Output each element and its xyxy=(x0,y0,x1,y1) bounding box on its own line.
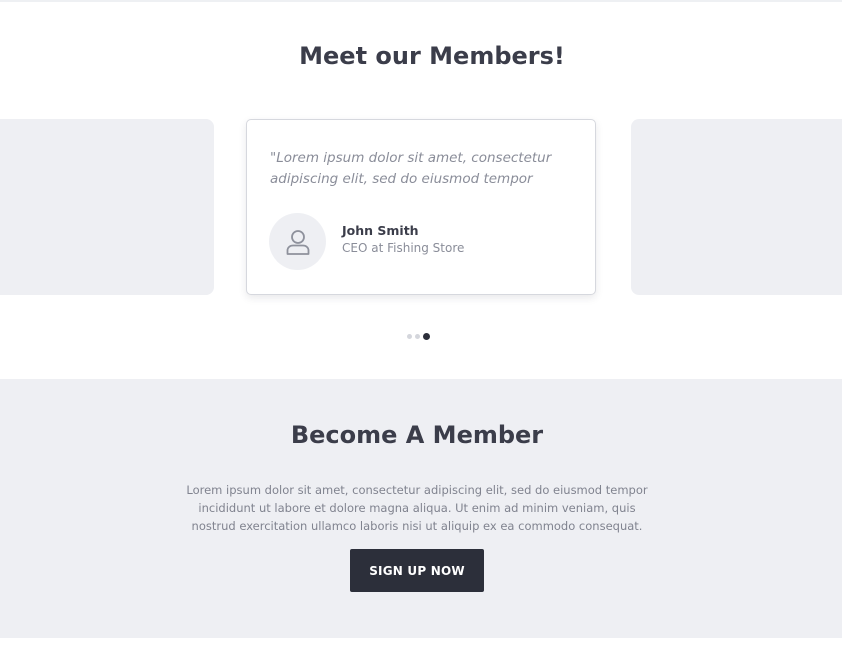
carousel-card-previous[interactable] xyxy=(0,119,214,295)
become-member-section: Become A Member Lorem ipsum dolor sit am… xyxy=(0,379,842,638)
member-name: John Smith xyxy=(342,223,419,238)
carousel-dots xyxy=(407,333,430,340)
testimonial-card: "Lorem ipsum dolor sit amet, consectetur… xyxy=(246,119,596,295)
become-member-description: Lorem ipsum dolor sit amet, consectetur … xyxy=(186,483,648,533)
testimonial-quote: "Lorem ipsum dolor sit amet, consectetur… xyxy=(270,150,552,187)
become-member-title: Become A Member xyxy=(290,421,544,449)
carousel-card-next[interactable] xyxy=(631,119,842,295)
carousel-dot-3[interactable] xyxy=(423,333,430,340)
carousel-dot-1[interactable] xyxy=(407,334,412,339)
member-role: CEO at Fishing Store xyxy=(342,241,465,255)
members-title: Meet our Members! xyxy=(299,42,565,70)
sign-up-button[interactable]: SIGN UP NOW xyxy=(350,549,484,592)
carousel-dot-2[interactable] xyxy=(415,334,420,339)
members-section: Meet our Members! "Lorem ipsum dolor sit… xyxy=(0,2,842,379)
user-icon xyxy=(286,229,309,255)
avatar xyxy=(269,213,326,270)
